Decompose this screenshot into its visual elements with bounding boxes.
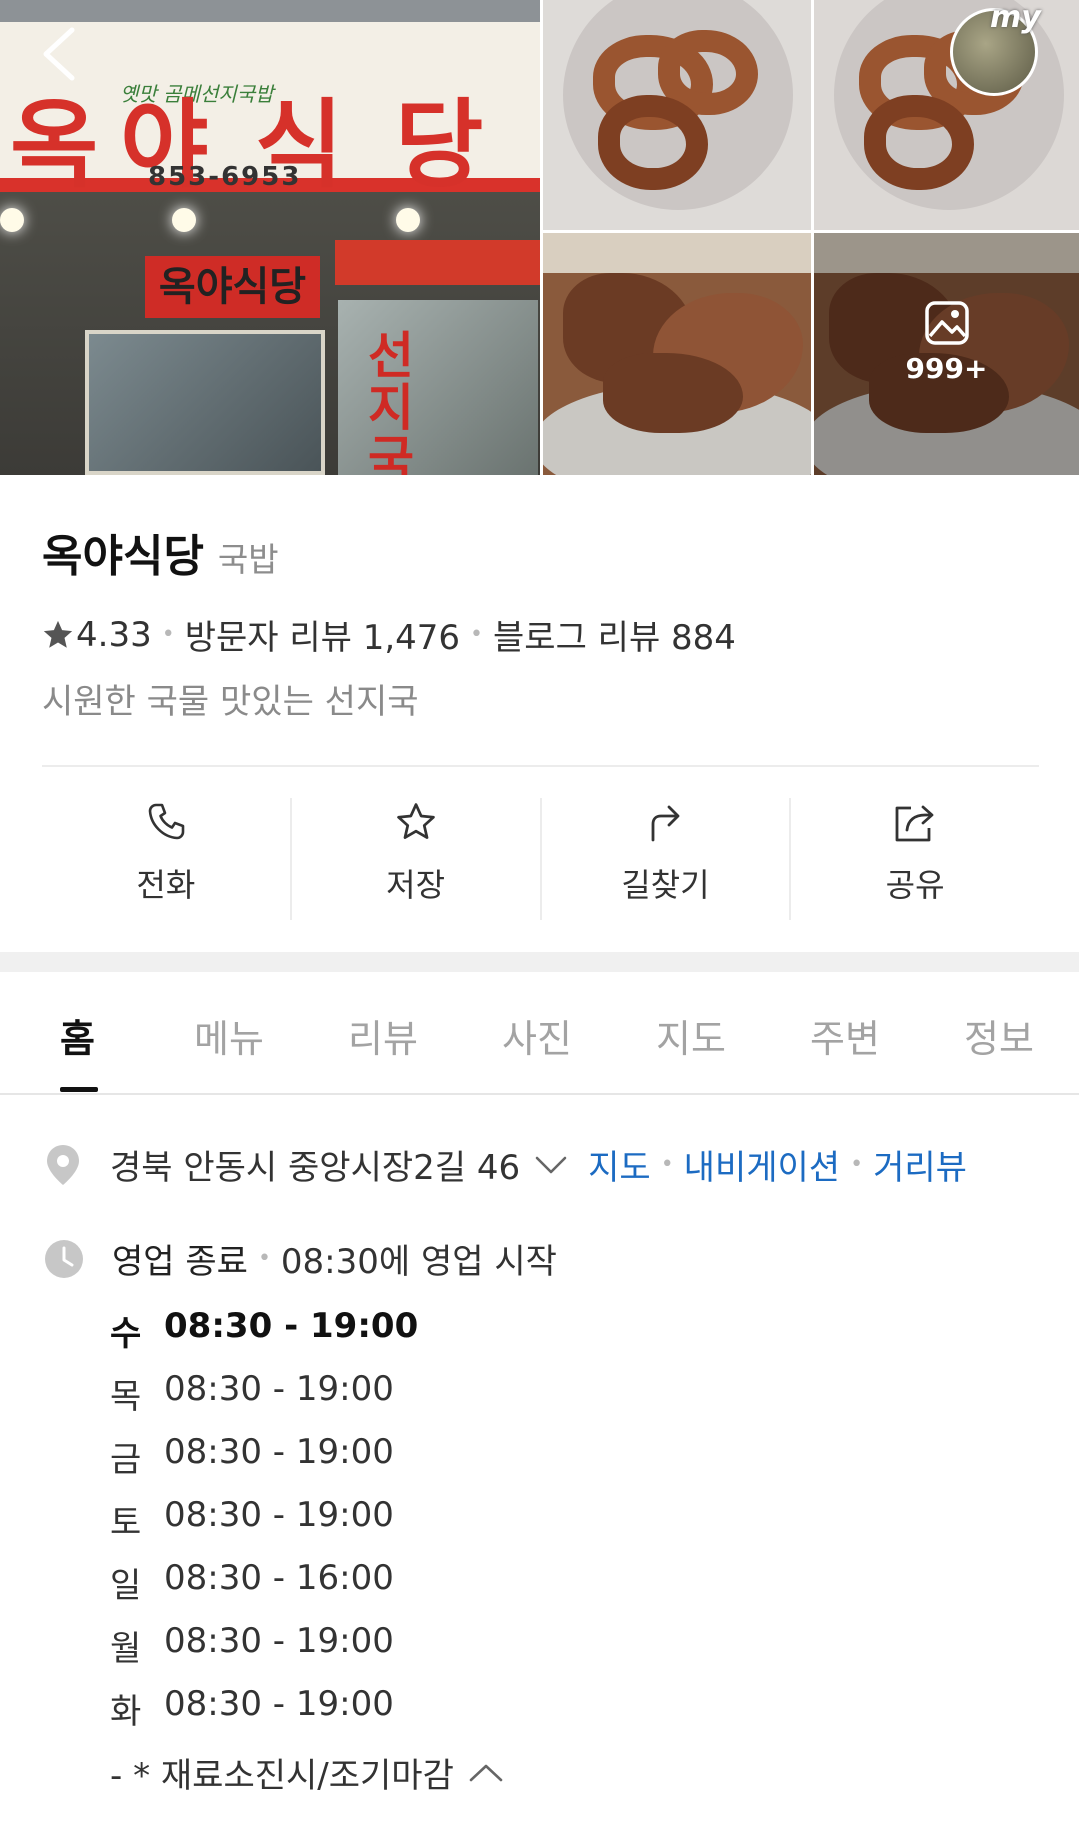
schedule-day: 금 [110,1440,142,1480]
photo-gallery[interactable]: 옛맛 곰메선지국밥 옥 야 식 당 853-6953 옥야식당 선지국 999+… [0,0,1079,475]
schedule-row: 토 08:30 - 19:00 [110,1495,418,1558]
share-icon [895,805,934,842]
pretzel [598,95,708,190]
background-dish [543,233,811,273]
lamp [172,208,196,232]
share-button[interactable]: 공유 [791,798,1039,920]
hours-note[interactable]: - * 재료소진시/조기마감 [110,1748,504,1797]
tab-menu[interactable]: 메뉴 [194,1008,264,1063]
storefront-vertical-text: 선지국 [368,327,414,475]
schedule-day: 화 [110,1692,142,1732]
schedule-row: 목 08:30 - 19:00 [110,1369,418,1432]
directions-button[interactable]: 길찾기 [542,798,792,920]
separator-dot: • [161,622,175,647]
my-badge: my [990,0,1041,35]
place-description: 시원한 국물 맛있는 선지국 [42,682,419,722]
schedule-time: 08:30 - 19:00 [164,1495,394,1535]
back-button[interactable] [36,26,84,82]
street-view-link[interactable]: 거리뷰 [873,1140,967,1189]
action-bar: 전화 저장 길찾기 공유 [42,798,1039,920]
hours-next-open: 08:30에 영업 시작 [280,1242,557,1282]
hours-schedule: 수 08:30 - 19:00 목 08:30 - 19:00 금 08:30 … [110,1306,418,1747]
photo-pretzel-1[interactable] [543,0,811,230]
blog-review-count[interactable]: 블로그 리뷰 884 [493,610,736,659]
pretzel [864,95,974,190]
tab-info[interactable]: 정보 [964,1008,1034,1063]
navigation-link[interactable]: 내비게이션 [684,1140,840,1189]
photo-count-label: 999+ [905,352,988,385]
action-label: 공유 [885,866,945,904]
address-row: 경북 안동시 중앙시장2길 46 지도 • 내비게이션 • 거리뷰 [44,1140,967,1189]
schedule-day: 목 [110,1377,142,1417]
lamp [0,208,24,232]
lamp [396,208,420,232]
schedule-day: 수 [110,1314,142,1354]
tab-map[interactable]: 지도 [656,1008,726,1063]
tab-reviews[interactable]: 리뷰 [348,1008,418,1063]
storefront-lower-sign: 옥야식당 [145,256,320,318]
separator-dot: • [850,1152,864,1177]
action-label: 길찾기 [621,866,710,904]
schedule-row: 월 08:30 - 19:00 [110,1621,418,1684]
photo-beef-1[interactable] [543,233,811,475]
chevron-down-icon[interactable] [534,1153,568,1177]
schedule-day: 일 [110,1566,142,1606]
save-button[interactable]: 저장 [292,798,542,920]
chevron-left-icon [43,27,75,81]
stats-row: 4.33 • 방문자 리뷰 1,476 • 블로그 리뷰 884 [40,610,736,659]
visitor-review-count[interactable]: 방문자 리뷰 1,476 [185,610,460,659]
star-filled-icon [43,620,73,648]
hours-status: 영업 종료 [112,1242,248,1282]
schedule-row: 금 08:30 - 19:00 [110,1432,418,1495]
hours-row[interactable]: 영업 종료 • 08:30에 영업 시작 [44,1234,557,1283]
schedule-time: 08:30 - 19:00 [164,1432,394,1472]
sign-letter: 옥 [10,89,99,201]
schedule-time: 08:30 - 19:00 [164,1369,394,1409]
title-row: 옥야식당 국밥 [42,520,279,584]
storefront-door [85,330,325,475]
hours-note-text: - * 재료소진시/조기마감 [110,1756,454,1796]
call-button[interactable]: 전화 [42,798,292,920]
phone-icon [148,803,185,840]
storefront-roof [0,0,540,24]
place-name: 옥야식당 [42,531,204,582]
directions-icon [651,805,680,842]
action-label: 전화 [136,866,196,904]
separator-dot: • [257,1246,271,1271]
tab-photos[interactable]: 사진 [502,1008,572,1063]
storefront-awning [335,240,540,285]
schedule-time: 08:30 - 19:00 [164,1306,419,1346]
section-separator [0,952,1079,972]
schedule-row: 일 08:30 - 16:00 [110,1558,418,1621]
star-icon [396,803,435,839]
divider [42,765,1039,767]
schedule-row: 수 08:30 - 19:00 [110,1306,418,1369]
separator-dot: • [660,1152,674,1177]
sign-letter: 당 [395,89,484,201]
address-text: 경북 안동시 중앙시장2길 46 [110,1148,521,1188]
schedule-time: 08:30 - 19:00 [164,1621,394,1661]
rating-value: 4.33 [76,614,152,655]
clock-icon [45,1239,83,1278]
map-link[interactable]: 지도 [588,1140,651,1189]
place-category: 국밥 [217,540,279,579]
chevron-up-icon[interactable] [468,1761,504,1785]
tab-bar: 홈 메뉴 리뷰 사진 지도 주변 정보 [0,972,1079,1095]
sign-phone: 853-6953 [148,162,302,192]
separator-dot: • [470,622,484,647]
active-tab-indicator [60,1087,98,1092]
tab-home[interactable]: 홈 [60,1008,95,1063]
photo-count[interactable]: 999+ [814,300,1079,385]
schedule-day: 토 [110,1503,142,1543]
schedule-time: 08:30 - 19:00 [164,1684,394,1724]
schedule-row: 화 08:30 - 19:00 [110,1684,418,1747]
schedule-time: 08:30 - 16:00 [164,1558,394,1598]
image-icon [924,301,969,345]
tab-nearby[interactable]: 주변 [810,1008,880,1063]
schedule-day: 월 [110,1629,142,1669]
location-pin-icon [47,1144,79,1185]
action-label: 저장 [386,866,446,904]
